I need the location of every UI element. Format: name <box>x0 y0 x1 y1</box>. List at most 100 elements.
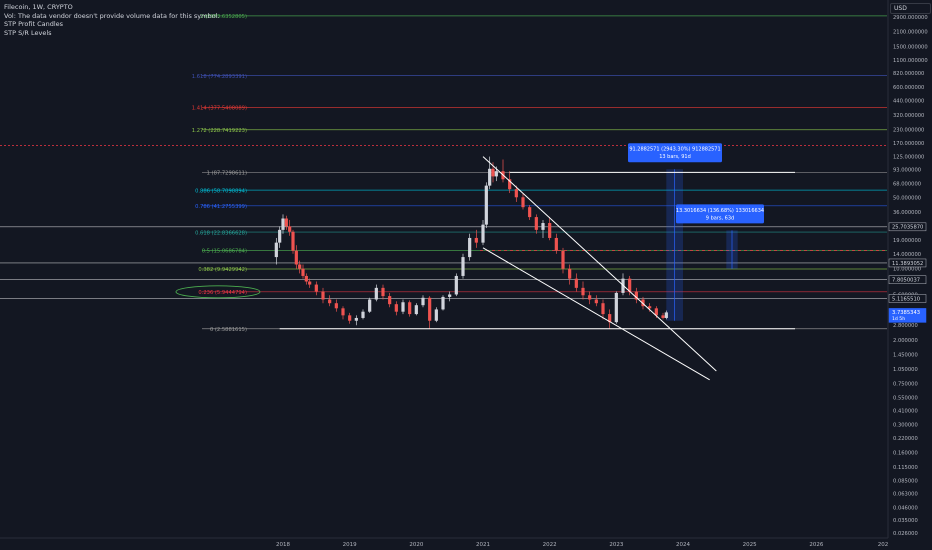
candle-body[interactable] <box>408 302 412 315</box>
fib-level-label: 1 (87.7298611) <box>207 171 247 177</box>
candle-body[interactable] <box>614 292 618 323</box>
candle-body[interactable] <box>454 275 458 295</box>
candle-body[interactable] <box>488 168 492 186</box>
price-axis-tick: 230.000000 <box>893 128 924 134</box>
fib-level-label: 0.5 (15.0686784) <box>202 249 247 255</box>
price-axis-tick: 2.800000 <box>893 323 918 329</box>
price-axis-tick: 14.000000 <box>893 252 921 258</box>
candle-body[interactable] <box>481 224 485 243</box>
price-axis-tick: 0.160000 <box>893 450 918 456</box>
legend-indicator-profit-candles[interactable]: STP Profit Candles <box>4 20 219 29</box>
candle-body[interactable] <box>594 299 598 304</box>
candle-body[interactable] <box>568 268 572 279</box>
time-axis-tick: 2019 <box>343 542 357 548</box>
candle-body[interactable] <box>561 250 565 269</box>
currency-selector[interactable]: USD <box>890 3 931 14</box>
candle-body[interactable] <box>328 299 332 304</box>
candle-body[interactable] <box>574 278 578 288</box>
price-axis-tick: 1100.000000 <box>893 58 928 64</box>
candle-body[interactable] <box>628 278 632 292</box>
price-axis-tick: 440.000000 <box>893 99 924 105</box>
candle-body[interactable] <box>281 218 285 230</box>
fib-level-label: 1.618 (774.2893391) <box>192 74 247 80</box>
candle-body[interactable] <box>661 315 665 318</box>
candle-body[interactable] <box>468 237 472 258</box>
candle-body[interactable] <box>448 294 452 297</box>
candle-body[interactable] <box>528 207 532 218</box>
price-axis-tick: 0.063000 <box>893 492 918 498</box>
candle-body[interactable] <box>441 296 445 310</box>
legend-indicator-sr-levels[interactable]: STP S/R Levels <box>4 29 219 38</box>
candle-body[interactable] <box>484 185 488 225</box>
candle-body[interactable] <box>664 312 668 318</box>
fib-level-label: 1.414 (377.5408089) <box>192 106 247 112</box>
candle-body[interactable] <box>291 231 295 251</box>
price-axis-tick: 2.000000 <box>893 338 918 344</box>
candle-body[interactable] <box>368 299 372 312</box>
price-axis-tick: 1.050000 <box>893 367 918 373</box>
candle-body[interactable] <box>421 297 425 306</box>
candle-body[interactable] <box>284 218 288 227</box>
candle-body[interactable] <box>388 296 392 305</box>
candle-body[interactable] <box>401 302 405 312</box>
candle-body[interactable] <box>474 237 478 243</box>
chart-background <box>0 0 932 550</box>
candle-body[interactable] <box>304 275 308 282</box>
price-badge-countdown: 1d 5h <box>892 316 905 322</box>
chart-legend: Filecoin, 1W, CRYPTO Vol: The data vendo… <box>4 3 219 37</box>
candle-body[interactable] <box>541 223 545 230</box>
chart-canvas[interactable]: 2 (2973.6352805)1.618 (774.2893391)1.414… <box>0 0 932 550</box>
candle-body[interactable] <box>348 315 352 321</box>
measure-label-line1: 91.2882571 (2943.30%) 912882571 <box>629 147 720 153</box>
price-axis-tick: 1.450000 <box>893 352 918 358</box>
candle-body[interactable] <box>494 171 498 177</box>
candle-body[interactable] <box>428 297 432 321</box>
price-axis-tick: 36.000000 <box>893 210 921 216</box>
candle-body[interactable] <box>361 311 365 318</box>
time-axis-tick: 2026 <box>809 542 823 548</box>
time-axis-tick: 2025 <box>743 542 757 548</box>
candle-body[interactable] <box>381 287 385 297</box>
price-axis-tick: 320.000000 <box>893 113 924 119</box>
candle-body[interactable] <box>521 197 525 208</box>
price-axis-tick: 68.000000 <box>893 182 921 188</box>
candle-body[interactable] <box>374 287 378 300</box>
fib-level-label: 0.786 (41.2755399) <box>195 204 247 210</box>
candle-body[interactable] <box>321 291 325 300</box>
candle-body[interactable] <box>548 223 552 238</box>
candle-body[interactable] <box>314 284 318 292</box>
time-axis-tick: 2024 <box>676 542 690 548</box>
candle-body[interactable] <box>648 306 652 309</box>
candle-body[interactable] <box>308 281 312 285</box>
legend-symbol-line[interactable]: Filecoin, 1W, CRYPTO <box>4 3 219 12</box>
candle-body[interactable] <box>394 304 398 312</box>
candle-body[interactable] <box>294 250 298 265</box>
candle-body[interactable] <box>301 268 305 276</box>
candle-body[interactable] <box>288 226 292 232</box>
time-axis-tick: 2018 <box>276 542 290 548</box>
price-axis-tick: 125.000000 <box>893 155 924 161</box>
price-axis-tick: 1500.000000 <box>893 44 928 50</box>
fib-level-label: 0 (2.5881615) <box>210 327 247 333</box>
measure-label-line2: 9 bars, 63d <box>706 215 734 221</box>
price-badge-value: 7.8050037 <box>892 278 920 284</box>
candle-body[interactable] <box>354 317 358 321</box>
candle-body[interactable] <box>554 237 558 251</box>
fib-level-label: 0.618 (22.8366628) <box>195 230 247 236</box>
candle-body[interactable] <box>341 308 345 316</box>
candle-body[interactable] <box>278 229 282 243</box>
candle-body[interactable] <box>434 309 438 321</box>
candle-body[interactable] <box>414 305 418 315</box>
candle-body[interactable] <box>514 189 518 198</box>
candle-body[interactable] <box>334 303 338 309</box>
candle-body[interactable] <box>581 287 585 296</box>
candle-body[interactable] <box>274 242 278 258</box>
candle-body[interactable] <box>588 295 592 300</box>
candle-body[interactable] <box>298 264 302 269</box>
measure-label-line1: 13.3016634 (136.68%) 133016634 <box>676 208 764 214</box>
price-axis-tick: 0.750000 <box>893 382 918 388</box>
candle-body[interactable] <box>461 257 465 276</box>
candle-body[interactable] <box>534 217 538 230</box>
candle-body[interactable] <box>491 168 495 177</box>
candle-body[interactable] <box>601 303 605 315</box>
